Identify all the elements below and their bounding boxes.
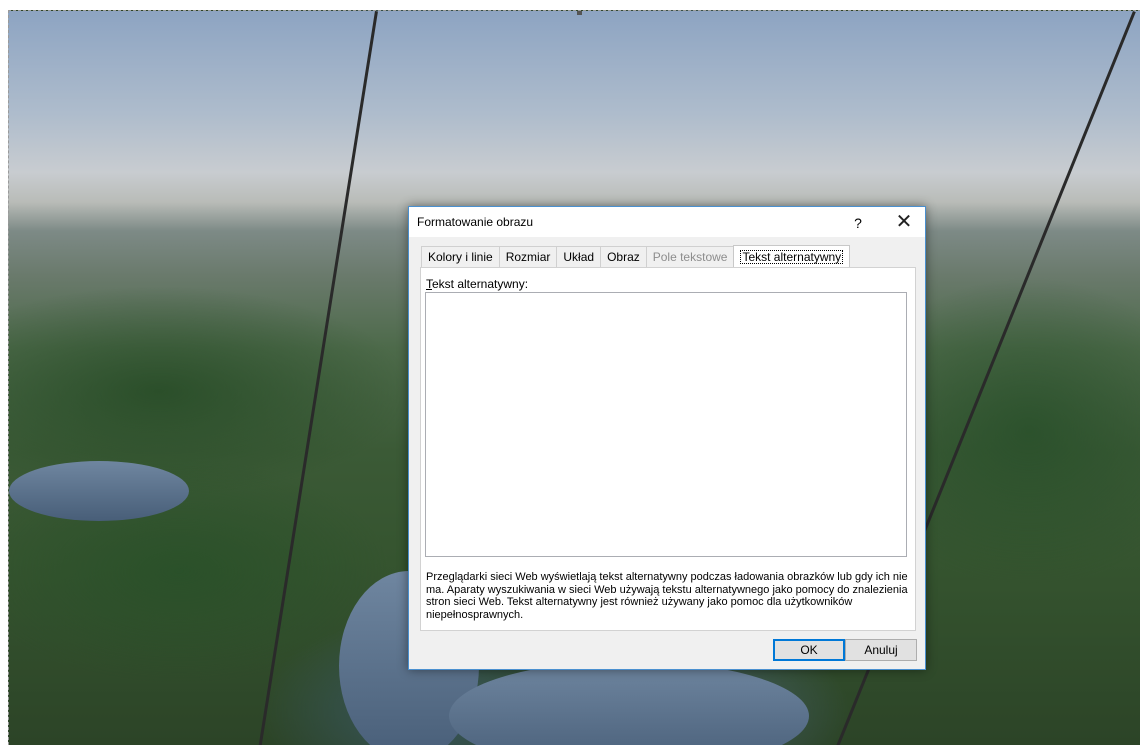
tab-colors-and-lines[interactable]: Kolory i linie bbox=[421, 246, 500, 267]
tab-label: Kolory i linie bbox=[428, 250, 493, 264]
tab-strip: Kolory i linie Rozmiar Układ Obraz Pole … bbox=[421, 245, 851, 268]
alt-text-panel: Tekst alternatywny: Przeglądarki sieci W… bbox=[420, 267, 916, 631]
tab-size[interactable]: Rozmiar bbox=[498, 246, 558, 267]
tab-layout[interactable]: Układ bbox=[556, 246, 602, 267]
tab-label: Obraz bbox=[607, 250, 640, 264]
river-left bbox=[9, 461, 189, 521]
selection-handle[interactable] bbox=[577, 11, 582, 15]
alt-text-input[interactable] bbox=[425, 292, 907, 557]
tab-label: Układ bbox=[563, 250, 595, 264]
dialog-titlebar[interactable]: Formatowanie obrazu ? ✕ bbox=[409, 207, 925, 237]
help-button[interactable]: ? bbox=[843, 213, 873, 233]
alt-text-label: Tekst alternatywny: bbox=[426, 277, 528, 291]
ok-button[interactable]: OK bbox=[773, 639, 845, 661]
tab-alt-text[interactable]: Tekst alternatywny bbox=[733, 245, 851, 268]
tab-label: Rozmiar bbox=[505, 250, 551, 264]
dialog-title: Formatowanie obrazu bbox=[417, 215, 534, 229]
alt-text-description: Przeglądarki sieci Web wyświetlają tekst… bbox=[426, 571, 908, 621]
river-bottom bbox=[449, 661, 809, 745]
cancel-button[interactable]: Anuluj bbox=[845, 639, 917, 661]
tab-label: Pole tekstowe bbox=[652, 250, 728, 264]
close-icon[interactable]: ✕ bbox=[887, 211, 921, 233]
format-picture-dialog: Formatowanie obrazu ? ✕ Kolory i linie R… bbox=[408, 206, 926, 670]
tab-text-box: Pole tekstowe bbox=[645, 246, 735, 267]
tab-picture[interactable]: Obraz bbox=[600, 246, 647, 267]
label-text: ekst alternatywny: bbox=[432, 277, 529, 291]
tab-label: Tekst alternatywny bbox=[740, 250, 844, 264]
